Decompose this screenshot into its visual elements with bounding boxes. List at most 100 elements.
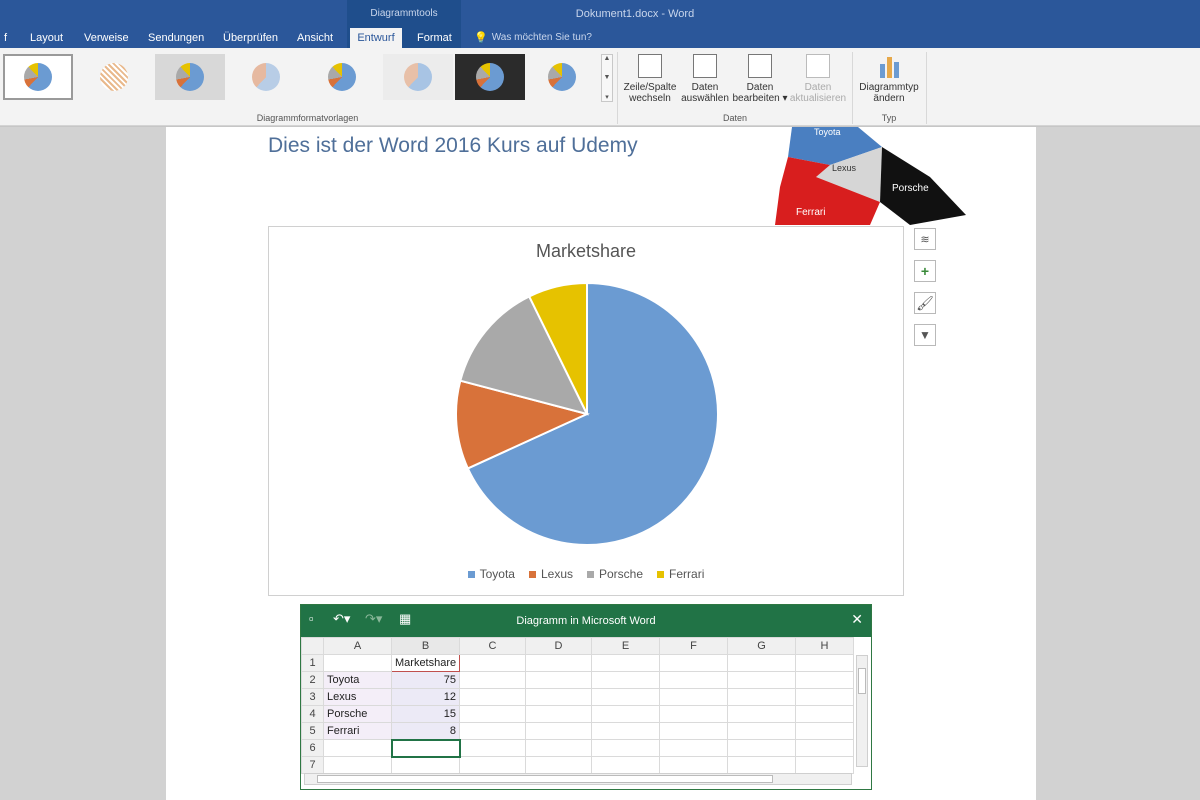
excel-data-window[interactable]: ▫ ↶▾ ↷▾ ▦ Diagramm in Microsoft Word ✕ A… (300, 604, 872, 790)
pie-chart-plot[interactable] (269, 227, 905, 597)
pie-chart[interactable]: Marketshare Toyota Lexus Porsche Ferrari (268, 226, 904, 596)
chart-style-4[interactable] (231, 54, 301, 100)
tab-layout[interactable]: Layout (26, 28, 67, 48)
cell[interactable]: 75 (391, 671, 460, 689)
cell[interactable] (727, 671, 796, 689)
chart-style-3[interactable] (155, 54, 225, 100)
chart-filters-button[interactable]: ▼ (914, 324, 936, 346)
cell[interactable] (323, 739, 392, 757)
chart-style-1[interactable] (3, 54, 73, 100)
cell[interactable]: 15 (391, 705, 460, 723)
row-header[interactable]: 4 (301, 705, 324, 723)
cell[interactable]: Marketshare (391, 654, 460, 672)
column-header[interactable]: E (591, 637, 660, 655)
cell[interactable] (591, 688, 660, 706)
tab-references[interactable]: Verweise (80, 28, 133, 48)
row-header[interactable]: 3 (301, 688, 324, 706)
column-header[interactable]: D (525, 637, 592, 655)
tab-review[interactable]: Überprüfen (219, 28, 282, 48)
cell[interactable] (459, 756, 526, 774)
cell[interactable] (391, 756, 460, 774)
tab-design[interactable]: Entwurf (350, 28, 402, 48)
row-header[interactable]: 7 (301, 756, 324, 774)
tab-view[interactable]: Ansicht (293, 28, 337, 48)
cell[interactable] (459, 654, 526, 672)
cell[interactable] (659, 739, 728, 757)
cell[interactable] (727, 705, 796, 723)
cell[interactable] (659, 688, 728, 706)
cell[interactable] (659, 756, 728, 774)
legend-item-toyota[interactable]: Toyota (467, 567, 515, 581)
select-all-corner[interactable] (301, 637, 324, 655)
row-header[interactable]: 5 (301, 722, 324, 740)
cell[interactable] (591, 705, 660, 723)
excel-title-bar[interactable]: ▫ ↶▾ ↷▾ ▦ Diagramm in Microsoft Word ✕ (301, 605, 871, 637)
cell[interactable]: Ferrari (323, 722, 392, 740)
cell[interactable] (525, 739, 592, 757)
cell[interactable] (727, 688, 796, 706)
cell[interactable] (525, 722, 592, 740)
row-header[interactable]: 6 (301, 739, 324, 757)
chart-style-8[interactable] (527, 54, 597, 100)
column-header[interactable]: F (659, 637, 728, 655)
more-icon[interactable]: ▾ (605, 93, 609, 101)
scroll-thumb[interactable] (858, 668, 866, 694)
legend-item-lexus[interactable]: Lexus (528, 567, 573, 581)
cell[interactable] (525, 671, 592, 689)
chart-styles-button[interactable]: 🖌 (914, 292, 936, 314)
cell[interactable] (591, 654, 660, 672)
cell[interactable] (525, 756, 592, 774)
gallery-scroll[interactable]: ▲ ▼ ▾ (601, 54, 613, 102)
document-heading[interactable]: Dies ist der Word 2016 Kurs auf Udemy (268, 134, 638, 158)
cell[interactable] (459, 739, 526, 757)
select-data-button[interactable]: Daten auswählen (675, 54, 735, 104)
cell[interactable] (323, 654, 392, 672)
cell[interactable] (795, 722, 854, 740)
column-header[interactable]: C (459, 637, 526, 655)
cell[interactable] (459, 688, 526, 706)
cell[interactable] (591, 739, 660, 757)
tab-format[interactable]: Format (413, 28, 456, 48)
legend-item-ferrari[interactable]: Ferrari (657, 567, 704, 581)
cell[interactable]: 12 (391, 688, 460, 706)
cell[interactable]: 8 (391, 722, 460, 740)
chart-style-2[interactable] (79, 54, 149, 100)
column-header[interactable]: B (391, 637, 460, 655)
cell[interactable] (727, 756, 796, 774)
cell[interactable] (459, 671, 526, 689)
cell[interactable] (795, 654, 854, 672)
column-header[interactable]: A (323, 637, 392, 655)
cell[interactable]: Lexus (323, 688, 392, 706)
cell[interactable]: Toyota (323, 671, 392, 689)
column-header[interactable]: H (795, 637, 854, 655)
cell[interactable] (659, 671, 728, 689)
cell[interactable] (659, 722, 728, 740)
cell[interactable] (459, 722, 526, 740)
cell[interactable] (591, 756, 660, 774)
cell[interactable] (795, 671, 854, 689)
cell[interactable] (795, 688, 854, 706)
edit-data-button[interactable]: Daten bearbeiten ▾ (730, 54, 790, 104)
chart-style-7[interactable] (455, 54, 525, 100)
cell[interactable] (727, 739, 796, 757)
cell[interactable] (795, 756, 854, 774)
column-header[interactable]: G (727, 637, 796, 655)
cell[interactable] (727, 654, 796, 672)
refresh-data-button[interactable]: Daten aktualisieren (788, 54, 848, 104)
switch-row-column-button[interactable]: Zeile/Spalte wechseln (620, 54, 680, 104)
tell-me-search[interactable]: 💡 Was möchten Sie tun? (474, 31, 592, 44)
chart-style-6[interactable] (383, 54, 453, 100)
spreadsheet-grid[interactable]: A B C D E F G H 1 Marketshare 2 Toyota 7… (301, 637, 854, 774)
cell[interactable] (525, 654, 592, 672)
vertical-scrollbar[interactable] (856, 655, 868, 767)
chart-legend[interactable]: Toyota Lexus Porsche Ferrari (269, 567, 903, 581)
cell[interactable] (727, 722, 796, 740)
tab-mailings[interactable]: Sendungen (144, 28, 208, 48)
chart-style-5[interactable] (307, 54, 377, 100)
legend-item-porsche[interactable]: Porsche (587, 567, 643, 581)
horizontal-scrollbar[interactable] (304, 773, 852, 785)
cell[interactable] (659, 654, 728, 672)
chevron-down-icon[interactable]: ▼ (604, 74, 611, 81)
active-cell[interactable] (390, 738, 461, 758)
tab-file[interactable]: f (0, 28, 11, 48)
